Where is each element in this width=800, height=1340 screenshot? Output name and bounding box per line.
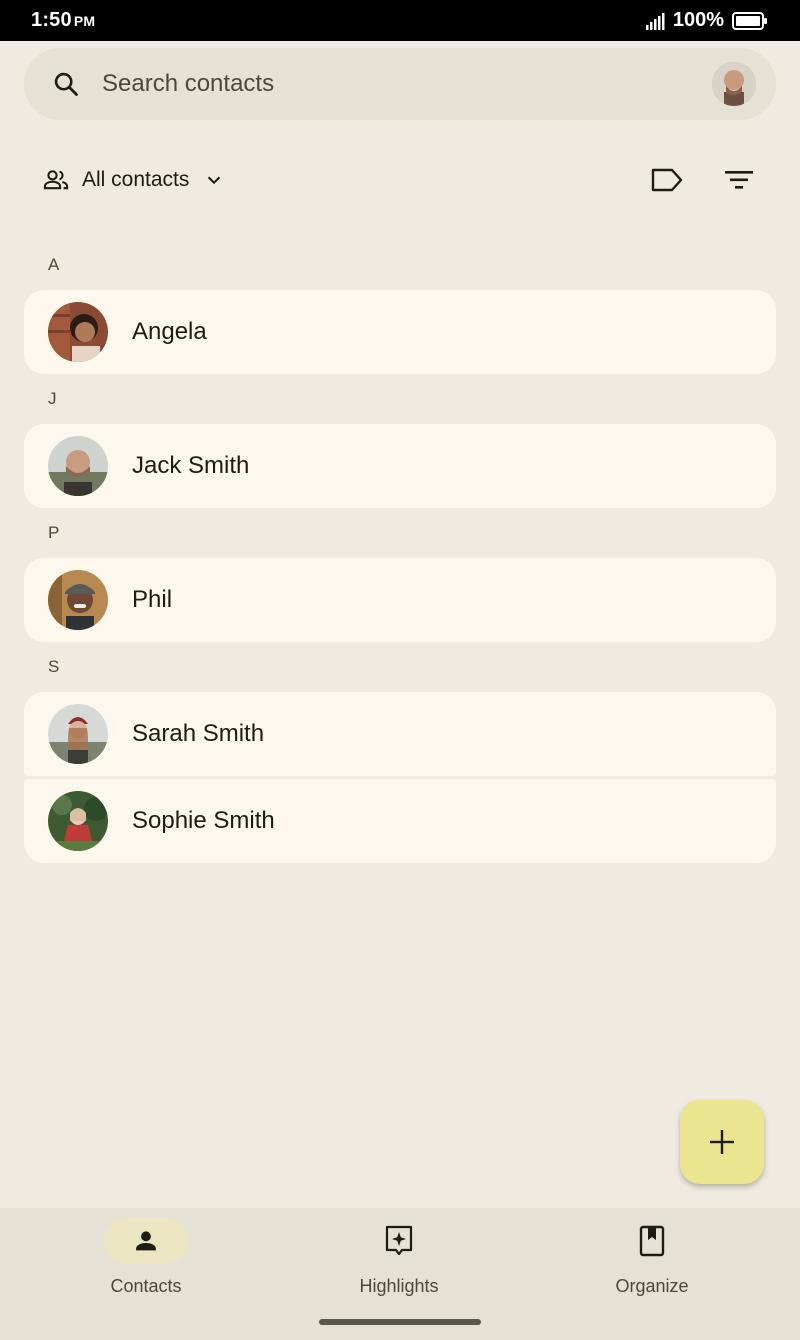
nav-label: Contacts — [110, 1276, 182, 1296]
contact-row[interactable]: Sophie Smith — [24, 779, 776, 863]
plus-icon — [710, 1130, 734, 1154]
ampm-text: PM — [73, 13, 96, 29]
contact-name: Sophie Smith — [132, 807, 275, 834]
nav-label: Highlights — [359, 1276, 439, 1296]
status-right: 100% — [645, 9, 768, 32]
search-icon — [54, 72, 78, 96]
section-header: A — [48, 255, 60, 274]
battery-icon — [732, 11, 767, 30]
add-contact-button[interactable] — [680, 1100, 764, 1184]
contact-row[interactable]: Jack Smith — [24, 424, 776, 508]
battery-percent: 100% — [672, 9, 724, 31]
search-input[interactable]: Search contacts — [102, 70, 712, 98]
avatar — [48, 704, 108, 764]
label-icon — [651, 168, 683, 192]
contacts-filter-dropdown[interactable]: All contacts — [32, 156, 235, 204]
search-bar[interactable]: Search contacts — [24, 48, 776, 120]
home-indicator[interactable] — [319, 1319, 481, 1325]
time-text: 1:50 — [31, 9, 72, 31]
status-time: 1:50 PM — [31, 9, 95, 32]
nav-label: Organize — [615, 1276, 689, 1296]
contact-name: Phil — [132, 586, 173, 613]
filter-row: All contacts — [0, 150, 800, 210]
avatar — [48, 570, 108, 630]
contact-row[interactable]: Phil — [24, 558, 776, 642]
signal-icon — [645, 12, 665, 30]
chevron-down-icon — [208, 176, 221, 185]
avatar — [48, 302, 108, 362]
nav-highlights[interactable]: Highlights — [299, 1218, 499, 1302]
nav-pill — [357, 1218, 441, 1264]
section-header: P — [48, 523, 60, 542]
label-button[interactable] — [644, 160, 690, 200]
section-header: S — [48, 657, 60, 676]
contact-name: Jack Smith — [132, 452, 250, 479]
contact-row[interactable]: Angela — [24, 290, 776, 374]
filter-list-icon — [725, 171, 753, 189]
contact-row[interactable]: Sarah Smith — [24, 692, 776, 776]
contact-name: Angela — [132, 318, 207, 345]
nav-contacts[interactable]: Contacts — [46, 1218, 246, 1302]
avatar — [48, 436, 108, 496]
person-icon — [136, 1231, 156, 1251]
contact-name: Sarah Smith — [132, 720, 265, 747]
avatar — [48, 791, 108, 851]
sort-filter-button[interactable] — [716, 160, 762, 200]
filter-label: All contacts — [82, 168, 190, 191]
bookmark-icon — [639, 1225, 665, 1257]
people-icon — [43, 170, 69, 190]
account-avatar[interactable] — [712, 62, 756, 106]
highlights-icon — [385, 1225, 413, 1256]
section-header: J — [48, 389, 57, 408]
contacts-list: A Angela J Jack Smith P Phil S Sarah Smi… — [0, 240, 800, 863]
nav-pill — [610, 1218, 694, 1264]
status-bar: 1:50 PM 100% — [0, 0, 800, 41]
nav-active-pill — [104, 1218, 188, 1264]
nav-organize[interactable]: Organize — [552, 1218, 752, 1302]
